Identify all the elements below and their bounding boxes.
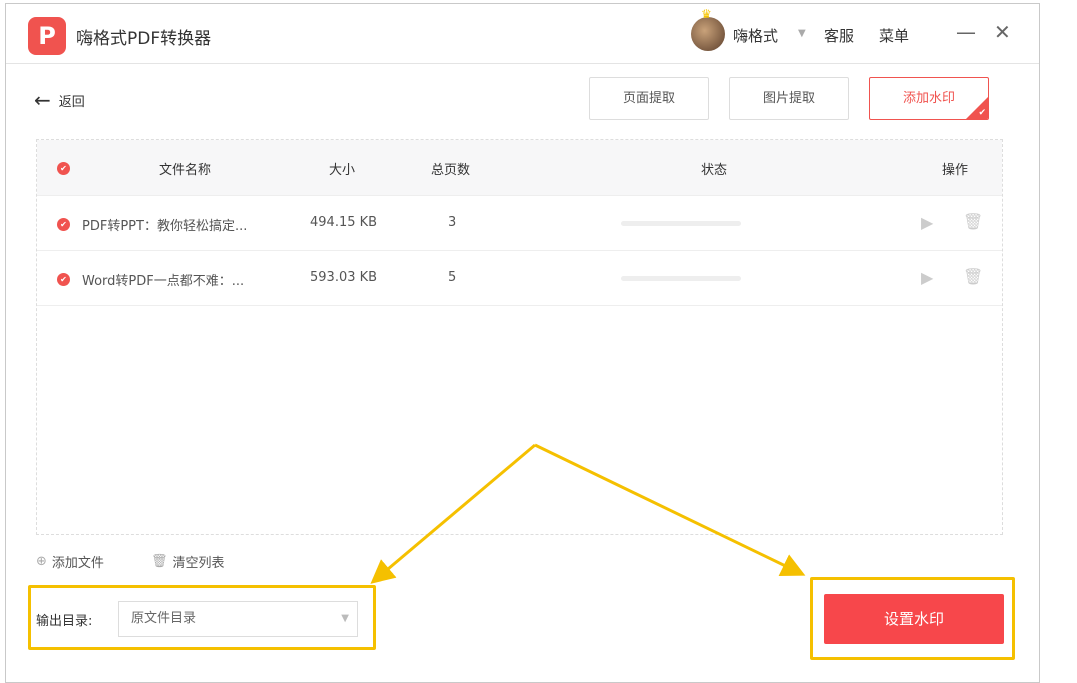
annotation-arrows — [370, 443, 806, 584]
arrow-left — [370, 443, 536, 584]
arrow-right — [534, 443, 806, 576]
